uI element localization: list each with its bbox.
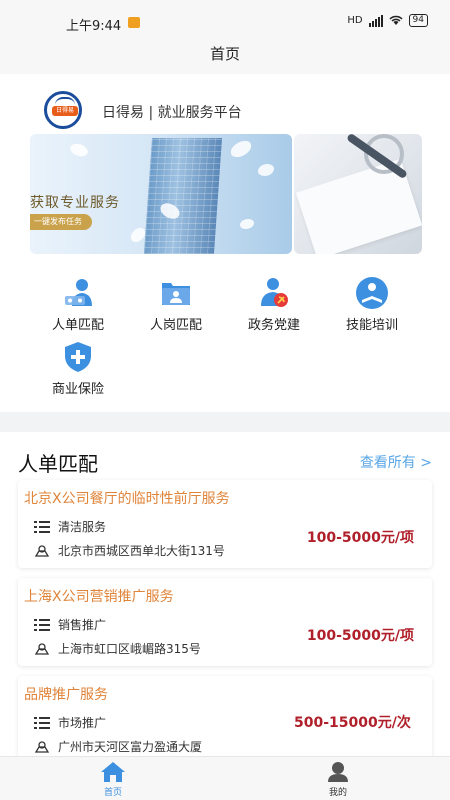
job-title: 品牌推广服务 [24, 687, 108, 703]
banner-subtitle: 一键发布任务 [30, 214, 92, 230]
location-icon [34, 544, 50, 557]
job-category: 销售推广 [34, 616, 106, 633]
party-building-icon [261, 278, 288, 307]
tab-label: 我的 [328, 788, 347, 798]
job-price: 100-5000元/项 [306, 530, 414, 546]
page-header: 首页 [0, 44, 450, 74]
nav-training[interactable]: 技能培训 [332, 276, 412, 333]
tab-home[interactable]: 首页 [83, 761, 143, 798]
brand-title: 日得易 | 就业服务平台 [102, 105, 242, 121]
petal-decoration [240, 219, 254, 229]
building-image [143, 138, 223, 254]
network-label: HD [347, 15, 363, 26]
section-title: 人单匹配 [18, 452, 98, 476]
job-category: 清洁服务 [34, 518, 106, 535]
status-time: 上午9:44 [66, 19, 122, 34]
petal-decoration [68, 140, 90, 160]
category-text: 市场推广 [58, 716, 107, 730]
wifi-icon [389, 15, 403, 25]
banner-main[interactable]: 获取专业服务 一键发布任务 [30, 134, 292, 254]
nav-insurance[interactable]: 商业保险 [38, 340, 118, 397]
logo-arc [55, 97, 75, 105]
nav-label: 人岗匹配 [149, 318, 202, 333]
insurance-icon [65, 342, 91, 372]
logo-text: 日得易 [52, 106, 78, 116]
job-address: 北京市西城区西单北大街131号 [34, 542, 225, 559]
job-title: 上海X公司营销推广服务 [24, 589, 174, 605]
people-match-section: 人单匹配 查看所有 > 北京X公司餐厅的临时性前厅服务 清洁服务 北京市西城区西… [0, 432, 450, 758]
nav-label: 人单匹配 [51, 318, 104, 333]
nav-party-building[interactable]: 政务党建 [234, 276, 314, 333]
job-title: 北京X公司餐厅的临时性前厅服务 [24, 491, 230, 507]
training-icon [356, 277, 388, 309]
job-card[interactable]: 北京X公司餐厅的临时性前厅服务 清洁服务 北京市西城区西单北大街131号 100… [18, 480, 432, 568]
job-price: 100-5000元/项 [306, 628, 414, 644]
banner-secondary[interactable] [294, 134, 422, 254]
job-card[interactable]: 品牌推广服务 市场推广 广州市天河区富力盈通大厦 500-15000元/次 [18, 676, 432, 758]
location-icon [34, 740, 50, 753]
top-card: 日得易 日得易 | 就业服务平台 获取专业服务 一键发布任务 人单匹配 人岗匹配… [0, 74, 450, 412]
nav-label: 商业保险 [51, 382, 104, 397]
nav-people-match[interactable]: 人单匹配 [38, 276, 118, 333]
nav-label: 技能培训 [345, 318, 398, 333]
petal-decoration [258, 164, 274, 176]
brand-logo[interactable]: 日得易 [44, 91, 82, 129]
job-address: 广州市天河区富力盈通大厦 [34, 738, 202, 755]
list-icon [34, 618, 50, 631]
message-notification-icon [128, 17, 140, 28]
address-text: 上海市虹口区峨嵋路315号 [58, 642, 201, 656]
list-icon [34, 520, 50, 533]
view-all-link[interactable]: 查看所有 > [360, 452, 432, 472]
home-icon [101, 762, 125, 782]
address-text: 北京市西城区西单北大街131号 [58, 544, 225, 558]
profile-icon [328, 762, 348, 782]
status-indicators: HD 94 [347, 14, 428, 27]
address-text: 广州市天河区富力盈通大厦 [58, 740, 203, 754]
petal-decoration [228, 138, 254, 160]
signal-icon [368, 14, 383, 27]
tab-label: 首页 [103, 788, 122, 798]
job-address: 上海市虹口区峨嵋路315号 [34, 640, 201, 657]
list-icon [34, 716, 50, 729]
job-price: 500-15000元/次 [294, 715, 411, 731]
job-category: 市场推广 [34, 714, 106, 731]
page-title: 首页 [209, 45, 240, 63]
banner-headline: 获取专业服务 [30, 195, 120, 211]
status-bar: 上午9:44 HD 94 [0, 0, 450, 44]
battery-icon: 94 [408, 14, 428, 27]
category-text: 销售推广 [58, 618, 107, 632]
tab-mine[interactable]: 我的 [308, 761, 368, 798]
people-match-icon [65, 279, 92, 306]
category-text: 清洁服务 [58, 520, 107, 534]
bottom-tab-bar: 首页 我的 [0, 756, 450, 800]
job-card[interactable]: 上海X公司营销推广服务 销售推广 上海市虹口区峨嵋路315号 100-5000元… [18, 578, 432, 666]
job-match-icon [162, 283, 190, 305]
nav-label: 政务党建 [247, 318, 300, 333]
nav-job-match[interactable]: 人岗匹配 [136, 276, 216, 333]
location-icon [34, 642, 50, 655]
